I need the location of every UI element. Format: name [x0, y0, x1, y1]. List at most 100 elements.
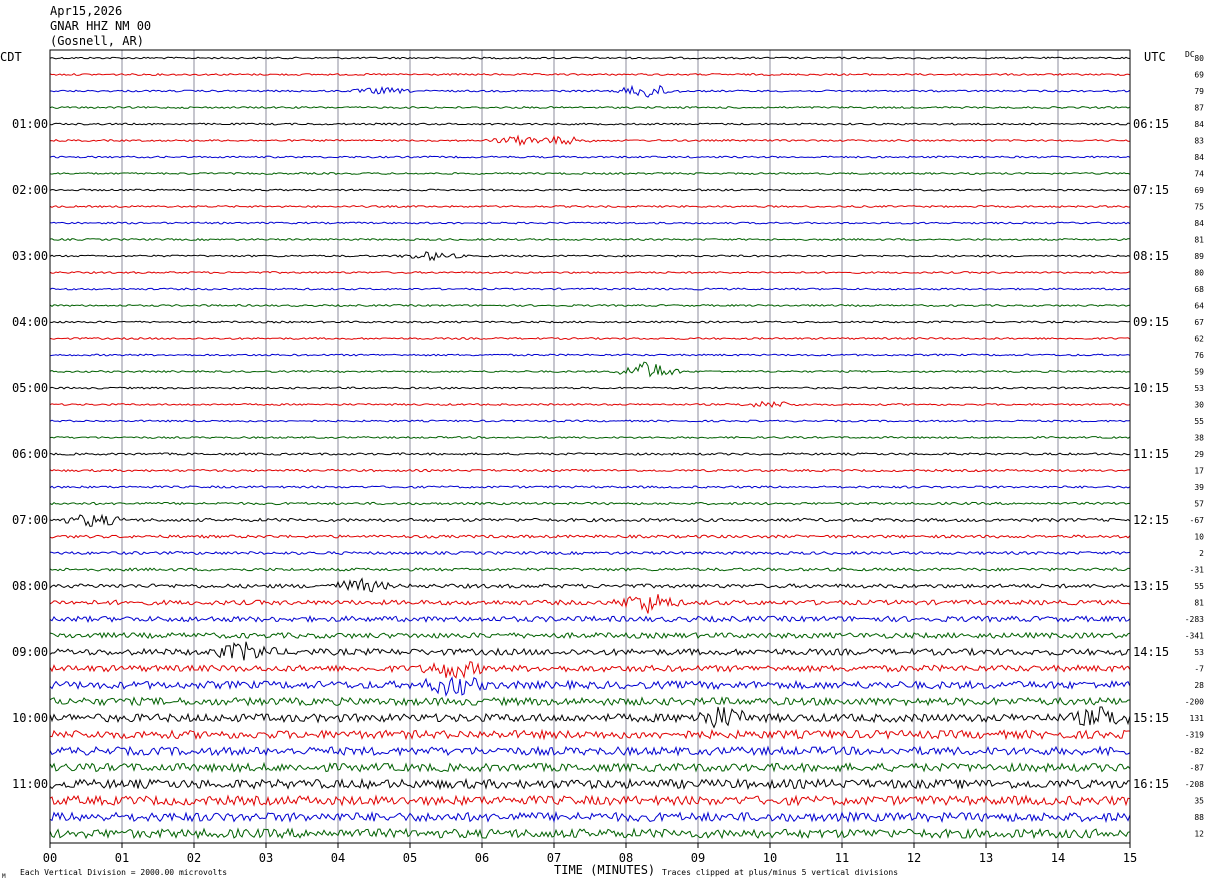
trace-row-46: [49, 810, 1131, 824]
trace-row-36: [49, 641, 1131, 661]
trace-row-5: [49, 134, 1131, 147]
x-tick-label: 10: [763, 851, 777, 865]
x-tick-label: 03: [259, 851, 273, 865]
dc-offset-value: 35: [1194, 797, 1204, 806]
trace-row-4: [49, 122, 1131, 126]
utc-hour-label: 10:15: [1133, 381, 1169, 395]
trace-row-38: [49, 676, 1131, 697]
plot-frame: [49, 49, 1131, 844]
x-tick-label: 15: [1123, 851, 1137, 865]
trace-row-12: [49, 251, 1131, 262]
dc-offset-value: 84: [1194, 219, 1204, 228]
dc-offset-value: 59: [1194, 368, 1204, 377]
dc-offset-value: 30: [1194, 401, 1204, 410]
trace-row-22: [49, 419, 1131, 423]
trace-row-11: [49, 238, 1131, 241]
seismogram-chart: Apr15,2026 GNAR HHZ NM 00 (Gosnell, AR) …: [0, 4, 1204, 880]
header-location: (Gosnell, AR): [50, 34, 144, 48]
dc-offset-value: -87: [1190, 764, 1205, 773]
dc-offset-value: 84: [1194, 120, 1204, 129]
cdt-hour-label: 05:00: [12, 381, 48, 395]
trace-row-30: [49, 550, 1131, 556]
header-date: Apr15,2026: [50, 4, 122, 18]
dc-offset-value: 69: [1194, 186, 1204, 195]
x-tick-label: 09: [691, 851, 705, 865]
trace-row-16: [49, 320, 1131, 324]
trace-row-0: [49, 56, 1131, 60]
dc-offset-value: -208: [1185, 780, 1204, 789]
trace-row-39: [49, 696, 1131, 707]
cdt-hour-label: 01:00: [12, 117, 48, 131]
x-tick-label: 13: [979, 851, 993, 865]
trace-row-8: [49, 188, 1131, 192]
dc-offset-value: 53: [1194, 384, 1204, 393]
utc-hour-label: 16:15: [1133, 777, 1169, 791]
right-zone-label: UTC: [1144, 50, 1166, 64]
trace-row-34: [49, 615, 1131, 624]
x-tick-label: 04: [331, 851, 345, 865]
dc-offset-value: 80: [1194, 54, 1204, 63]
x-tick-label: 01: [115, 851, 129, 865]
trace-row-40: [49, 706, 1131, 729]
trace-row-27: [49, 501, 1131, 506]
trace-row-2: [49, 84, 1131, 98]
dc-offset-value: -7: [1194, 665, 1204, 674]
dc-offset-value: 2: [1199, 549, 1204, 558]
x-tick-label: 05: [403, 851, 417, 865]
trace-row-37: [49, 661, 1131, 679]
dc-offset-value: 75: [1194, 203, 1204, 212]
footer-left-note: Each Vertical Division = 2000.00 microvo…: [20, 868, 227, 877]
dc-offset-value: 79: [1194, 87, 1204, 96]
dc-offset-value: -67: [1190, 516, 1205, 525]
trace-row-3: [49, 106, 1131, 109]
utc-hour-label: 11:15: [1133, 447, 1169, 461]
x-tick-label: 07: [547, 851, 561, 865]
dc-offset-value: 87: [1194, 104, 1204, 113]
dc-offset-value: 17: [1194, 467, 1204, 476]
dc-offset-value: 12: [1194, 830, 1204, 839]
dc-offset-value: 81: [1194, 236, 1204, 245]
trace-row-20: [49, 386, 1131, 390]
cdt-hour-label: 04:00: [12, 315, 48, 329]
dc-offset-value: -200: [1185, 698, 1204, 707]
trace-row-26: [49, 485, 1131, 489]
cdt-hour-label: 11:00: [12, 777, 48, 791]
trace-row-1: [49, 72, 1131, 76]
cdt-hour-label: 07:00: [12, 513, 48, 527]
x-tick-label: 00: [43, 851, 57, 865]
dc-offset-value: 84: [1194, 153, 1204, 162]
trace-row-29: [49, 534, 1131, 539]
trace-row-7: [49, 172, 1131, 176]
footer-right-note: Traces clipped at plus/minus 5 vertical …: [662, 868, 898, 877]
trace-row-32: [49, 577, 1131, 593]
dc-offset-value: 68: [1194, 285, 1204, 294]
dc-offset-value: -341: [1185, 632, 1204, 641]
trace-row-44: [49, 777, 1131, 791]
trace-row-47: [49, 827, 1131, 840]
cdt-hour-label: 09:00: [12, 645, 48, 659]
utc-hour-label: 09:15: [1133, 315, 1169, 329]
dc-offset-value: 67: [1194, 318, 1204, 327]
dc-offset-value: 89: [1194, 252, 1204, 261]
trace-group: [49, 56, 1131, 840]
x-tick-label: 02: [187, 851, 201, 865]
dc-offset-labels: 80 69 79 87 84 83 84 74 69 75 84 81 89 80 68 64 67 62 76 59…: [1185, 54, 1204, 839]
trace-row-25: [49, 468, 1131, 473]
utc-hour-label: 15:15: [1133, 711, 1169, 725]
utc-hour-label: 12:15: [1133, 513, 1169, 527]
dc-label: DC: [1185, 50, 1195, 59]
dc-offset-value: 88: [1194, 813, 1204, 822]
dc-offset-value: 81: [1194, 599, 1204, 608]
trace-row-15: [49, 303, 1131, 307]
cdt-hour-label: 10:00: [12, 711, 48, 725]
x-tick-label: 06: [475, 851, 489, 865]
trace-row-45: [49, 794, 1131, 807]
dc-offset-value: 38: [1194, 434, 1204, 443]
dc-offset-value: 57: [1194, 500, 1204, 509]
dc-offset-value: 74: [1194, 170, 1204, 179]
x-tick-label: 12: [907, 851, 921, 865]
x-axis-ticks: 00 01 02 03 04 05 06 07 08 09 10 11 12 13 14 15: [43, 843, 1137, 865]
dc-offset-value: 80: [1194, 269, 1204, 278]
dc-offset-value: 131: [1190, 714, 1205, 723]
dc-offset-value: 29: [1194, 450, 1204, 459]
